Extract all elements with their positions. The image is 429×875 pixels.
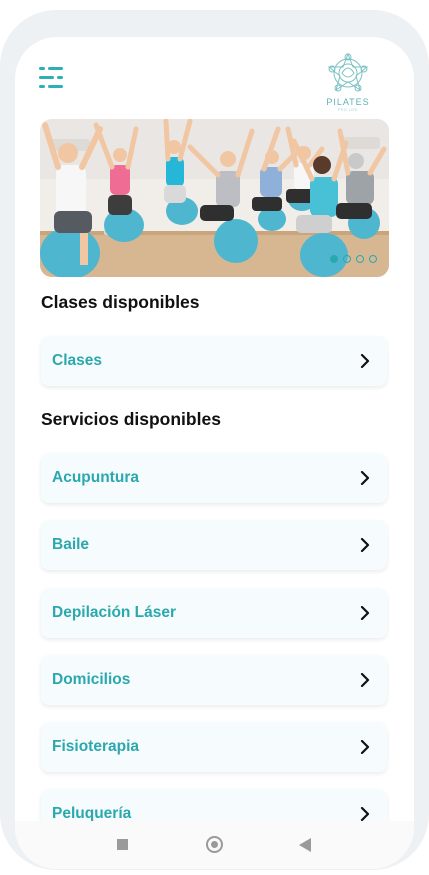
circle-home-icon[interactable] xyxy=(206,836,223,853)
classes-section-title: Clases disponibles xyxy=(41,292,200,312)
services-section-title: Servicios disponibles xyxy=(41,409,221,429)
list-item-fisioterapia[interactable]: Fisioterapia xyxy=(41,722,387,772)
list-item-label: Domicilios xyxy=(52,671,131,688)
carousel-dot-3[interactable] xyxy=(356,255,364,263)
carousel-dot-4[interactable] xyxy=(369,255,377,263)
chevron-right-icon xyxy=(360,471,370,485)
logo-text: PILATES xyxy=(326,97,370,107)
app-screen: PILATES PRO LIFE Clases disponibles Clas… xyxy=(15,37,414,869)
triangle-back-icon[interactable] xyxy=(299,838,311,852)
chevron-right-icon xyxy=(360,740,370,754)
home-dot xyxy=(211,841,218,848)
list-item-acupuntura[interactable]: Acupuntura xyxy=(41,453,387,503)
list-item-label: Acupuntura xyxy=(52,469,139,486)
chevron-right-icon xyxy=(360,538,370,552)
carousel-dot-2[interactable] xyxy=(343,255,351,263)
list-item-depilacion-laser[interactable]: Depilación Láser xyxy=(41,588,387,638)
list-item-label: Clases xyxy=(52,352,102,369)
phone-frame: PILATES PRO LIFE Clases disponibles Clas… xyxy=(0,10,429,870)
list-item-baile[interactable]: Baile xyxy=(41,520,387,570)
square-icon[interactable] xyxy=(117,839,128,850)
chevron-right-icon xyxy=(360,673,370,687)
list-item-label: Fisioterapia xyxy=(52,738,139,755)
chevron-right-icon xyxy=(360,354,370,368)
list-item-domicilios[interactable]: Domicilios xyxy=(41,655,387,705)
system-navigation-bar xyxy=(15,821,414,869)
list-item-label: Depilación Láser xyxy=(52,604,177,621)
banner-carousel[interactable] xyxy=(40,119,389,277)
menu-icon[interactable] xyxy=(39,67,63,89)
carousel-dot-1[interactable] xyxy=(330,255,338,263)
list-item-label: Baile xyxy=(52,536,90,553)
chevron-right-icon xyxy=(360,807,370,821)
logo-subtext: PRO LIFE xyxy=(338,108,358,112)
carousel-dots xyxy=(330,255,377,263)
group-fitness-photo xyxy=(40,119,389,277)
chevron-right-icon xyxy=(360,606,370,620)
pilates-logo: PILATES PRO LIFE xyxy=(322,51,374,113)
list-item-clases[interactable]: Clases xyxy=(41,336,387,386)
lotus-emblem-icon xyxy=(327,52,369,92)
